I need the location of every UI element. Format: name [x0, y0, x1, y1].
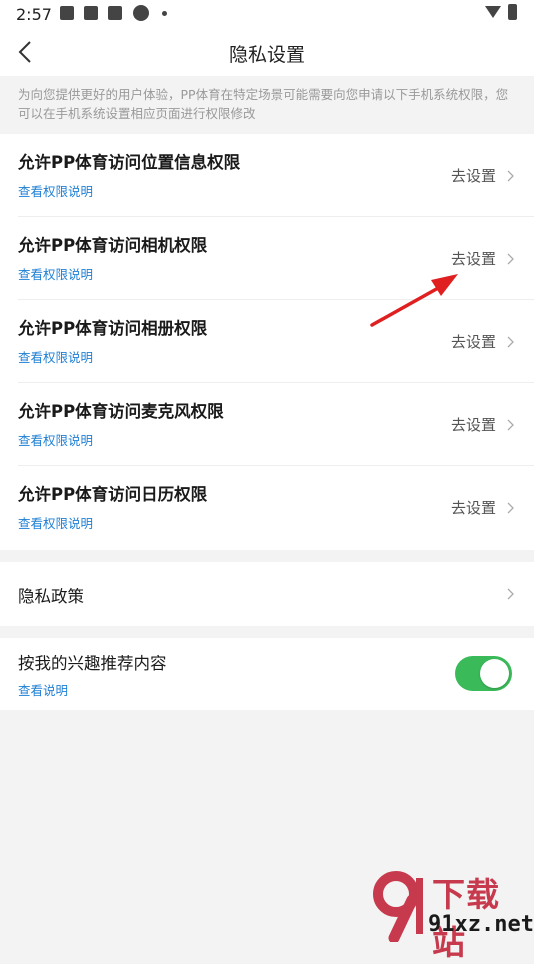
recommend-title: 按我的兴趣推荐内容: [18, 654, 167, 673]
permission-item-microphone[interactable]: 允许PP体育访问麦克风权限 查看权限说明 去设置: [0, 383, 534, 466]
permission-item-camera[interactable]: 允许PP体育访问相机权限 查看权限说明 去设置: [0, 217, 534, 300]
chevron-right-icon: [507, 336, 514, 348]
permission-info-link[interactable]: 查看权限说明: [18, 264, 93, 283]
nav-bar: 隐私设置: [0, 28, 534, 76]
go-settings-button[interactable]: 去设置: [451, 414, 496, 435]
permission-list: 允许PP体育访问位置信息权限 查看权限说明 去设置 允许PP体育访问相机权限 查…: [0, 134, 534, 550]
permission-title: 允许PP体育访问相机权限: [18, 236, 208, 255]
notification-icon: [84, 6, 98, 20]
permission-item-album[interactable]: 允许PP体育访问相册权限 查看权限说明 去设置: [0, 300, 534, 383]
permission-title: 允许PP体育访问日历权限: [18, 485, 208, 504]
permission-info-link[interactable]: 查看权限说明: [18, 347, 93, 366]
chevron-right-icon: [507, 170, 514, 182]
status-bar: 2:57: [0, 0, 534, 28]
permission-notice: 为向您提供更好的用户体验，PP体育在特定场景可能需要向您申请以下手机系统权限，您…: [0, 79, 534, 131]
go-settings-button[interactable]: 去设置: [451, 331, 496, 352]
go-settings-button[interactable]: 去设置: [451, 165, 496, 186]
recommend-info-link[interactable]: 查看说明: [18, 680, 68, 699]
app-notification-icon: [133, 5, 149, 21]
permission-info-link[interactable]: 查看权限说明: [18, 181, 93, 200]
chevron-right-icon: [507, 253, 514, 265]
privacy-policy-row[interactable]: 隐私政策: [0, 562, 534, 626]
chevron-right-icon: [507, 419, 514, 431]
permission-title: 允许PP体育访问麦克风权限: [18, 402, 224, 421]
chevron-right-icon: [507, 588, 514, 600]
permission-item-location[interactable]: 允许PP体育访问位置信息权限 查看权限说明 去设置: [0, 134, 534, 217]
toggle-knob: [480, 659, 509, 688]
battery-icon: [508, 4, 517, 20]
permission-title: 允许PP体育访问相册权限: [18, 319, 208, 338]
watermark-logo: 下载站 91xz.net: [372, 868, 534, 962]
permission-item-calendar[interactable]: 允许PP体育访问日历权限 查看权限说明 去设置: [0, 466, 534, 549]
permission-info-link[interactable]: 查看权限说明: [18, 513, 93, 532]
permission-title: 允许PP体育访问位置信息权限: [18, 153, 241, 172]
more-notifications-icon: [162, 11, 167, 16]
notice-text: 为向您提供更好的用户体验，PP体育在特定场景可能需要向您申请以下手机系统权限，您…: [18, 87, 509, 121]
privacy-policy-label: 隐私政策: [18, 587, 84, 606]
go-settings-button[interactable]: 去设置: [451, 248, 496, 269]
watermark-bottom-text: 91xz.net: [428, 912, 534, 937]
notification-icon: [108, 6, 122, 20]
chevron-right-icon: [507, 502, 514, 514]
recommend-row: 按我的兴趣推荐内容 查看说明: [0, 638, 534, 710]
watermark-nine-icon: [373, 871, 423, 942]
permission-info-link[interactable]: 查看权限说明: [18, 430, 93, 449]
notification-icon: [60, 6, 74, 20]
page-title: 隐私设置: [228, 44, 305, 66]
status-time: 2:57: [16, 5, 52, 24]
go-settings-button[interactable]: 去设置: [451, 497, 496, 518]
wifi-icon: [485, 6, 501, 18]
recommend-toggle[interactable]: [455, 656, 512, 691]
